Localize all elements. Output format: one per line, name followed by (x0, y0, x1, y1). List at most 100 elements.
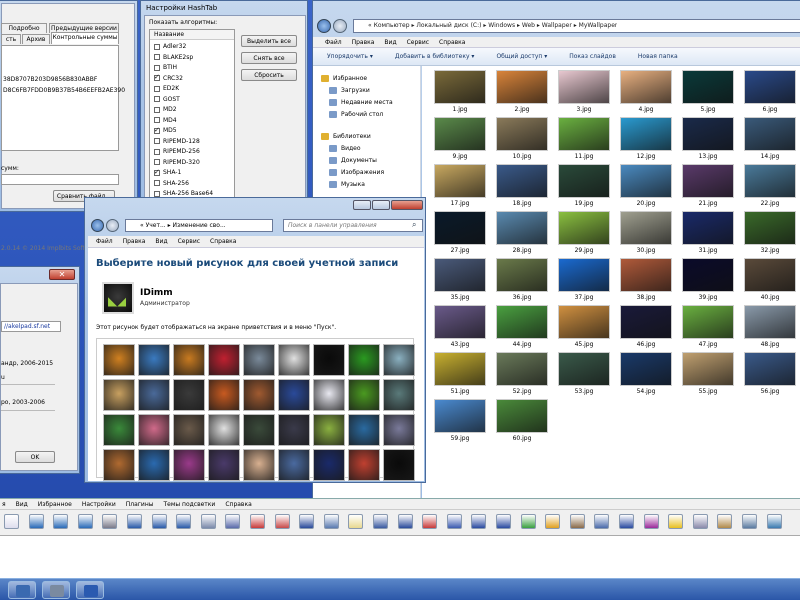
menu-item-3[interactable]: Настройки (82, 501, 116, 508)
algorithm-checkbox[interactable] (154, 148, 160, 155)
account-picture[interactable] (243, 414, 275, 446)
account-picture[interactable] (278, 344, 310, 376)
algorithm-checkbox[interactable] (154, 138, 160, 144)
print-icon[interactable] (102, 514, 118, 529)
account-picture[interactable] (173, 414, 205, 446)
file-name[interactable]: 9.jpg (430, 153, 490, 160)
algorithms-column-header[interactable]: Название (150, 30, 234, 40)
file-name[interactable]: 56.jpg (740, 388, 800, 395)
algorithm-checkbox[interactable] (154, 85, 160, 92)
account-picture[interactable] (313, 379, 345, 411)
account-picture[interactable] (348, 344, 380, 376)
file-name[interactable]: 39.jpg (678, 294, 738, 301)
account-picture[interactable] (208, 449, 240, 481)
file-thumbnail[interactable] (744, 211, 796, 245)
file-name[interactable]: 5.jpg (678, 106, 738, 113)
file-thumbnail[interactable] (620, 305, 672, 339)
toolbar-item-4[interactable]: Новая папка (638, 53, 678, 60)
copy-icon[interactable] (692, 514, 708, 529)
file-name[interactable]: 28.jpg (492, 247, 552, 254)
account-picture[interactable] (103, 344, 135, 376)
file-name[interactable]: 12.jpg (616, 153, 676, 160)
file-name[interactable]: 60.jpg (492, 435, 552, 442)
account-picture[interactable] (138, 414, 170, 446)
maximize-button[interactable] (372, 200, 390, 210)
account-picture[interactable] (313, 449, 345, 481)
file-thumbnail[interactable] (496, 352, 548, 386)
algorithm-item[interactable]: MD5 (154, 126, 177, 135)
file-name[interactable]: 31.jpg (678, 247, 738, 254)
file-name[interactable]: 45.jpg (554, 341, 614, 348)
file-thumbnail[interactable] (434, 258, 486, 292)
nav-item[interactable]: Библиотеки (321, 133, 371, 140)
algorithm-checkbox[interactable] (154, 96, 160, 102)
account-picture[interactable] (313, 414, 345, 446)
taskbar-app-2[interactable] (42, 581, 70, 599)
account-picture[interactable] (138, 344, 170, 376)
undo-icon[interactable] (127, 514, 142, 529)
file-thumbnail[interactable] (434, 399, 486, 433)
account-picture[interactable] (103, 449, 135, 481)
select-block-icon[interactable] (250, 514, 265, 529)
account-picture[interactable] (383, 379, 415, 411)
taskbar-app-3[interactable] (76, 581, 104, 599)
algorithm-item[interactable]: MD2 (154, 105, 177, 114)
insert-icon[interactable] (274, 514, 290, 529)
save-all-icon[interactable] (77, 514, 93, 529)
back-button[interactable] (317, 19, 331, 33)
menu-item-6[interactable]: Справка (225, 501, 251, 508)
scripts-icon[interactable] (569, 514, 585, 529)
find-icon[interactable] (200, 514, 216, 529)
account-picture[interactable] (243, 344, 275, 376)
account-picture[interactable] (348, 449, 380, 481)
hex-icon[interactable] (643, 514, 659, 529)
nav-item[interactable]: Изображения (329, 169, 384, 176)
bulb-icon[interactable] (668, 514, 684, 529)
algorithm-item[interactable]: GOST (154, 95, 180, 104)
file-name[interactable]: 44.jpg (492, 341, 552, 348)
file-name[interactable]: 47.jpg (678, 341, 738, 348)
file-name[interactable]: 51.jpg (430, 388, 490, 395)
file-thumbnail[interactable] (620, 352, 672, 386)
undo-all-icon[interactable] (176, 514, 192, 529)
register-icon[interactable] (299, 514, 315, 529)
nav-item[interactable]: Избранное (321, 75, 367, 82)
forward-button[interactable] (333, 19, 347, 33)
file-name[interactable]: 54.jpg (616, 388, 676, 395)
file-name[interactable]: 55.jpg (678, 388, 738, 395)
file-name[interactable]: 14.jpg (740, 153, 800, 160)
menu-item-1[interactable]: Вид (16, 501, 28, 508)
file-thumbnail[interactable] (434, 164, 486, 198)
account-picture[interactable] (243, 379, 275, 411)
close-button[interactable]: ✕ (49, 269, 75, 280)
menu-item-2[interactable]: Вид (384, 39, 396, 46)
file-name[interactable]: 11.jpg (554, 153, 614, 160)
algorithm-checkbox[interactable] (154, 43, 160, 50)
file-thumbnail[interactable] (682, 352, 734, 386)
file-thumbnail[interactable] (434, 117, 486, 151)
algorithm-item[interactable]: RIPEMD-128 (154, 137, 200, 146)
zoom-in-icon[interactable] (545, 514, 561, 529)
file-name[interactable]: 40.jpg (740, 294, 800, 301)
account-picture[interactable] (208, 414, 240, 446)
menu-item-4[interactable]: Справка (210, 238, 236, 245)
algorithm-item[interactable]: ED2K (154, 84, 179, 93)
algorithm-item[interactable]: Adler32 (154, 42, 186, 51)
file-name[interactable]: 13.jpg (678, 153, 738, 160)
tab-archive[interactable]: Архив (22, 34, 50, 44)
algorithm-checkbox[interactable] (154, 168, 160, 177)
file-thumbnail[interactable] (558, 117, 610, 151)
file-name[interactable]: 43.jpg (430, 341, 490, 348)
file-thumbnail[interactable] (434, 305, 486, 339)
nav-item[interactable]: Видео (329, 145, 361, 152)
replace-icon[interactable] (225, 514, 241, 529)
menu-item-1[interactable]: Правка (352, 39, 375, 46)
translate-icon[interactable] (766, 514, 782, 529)
file-name[interactable]: 30.jpg (616, 247, 676, 254)
account-picture[interactable] (278, 414, 310, 446)
settings-icon[interactable] (594, 514, 610, 529)
algorithm-checkbox[interactable] (154, 159, 160, 165)
file-name[interactable]: 18.jpg (492, 200, 552, 207)
file-thumbnail[interactable] (496, 117, 548, 151)
file-thumbnail[interactable] (682, 258, 734, 292)
